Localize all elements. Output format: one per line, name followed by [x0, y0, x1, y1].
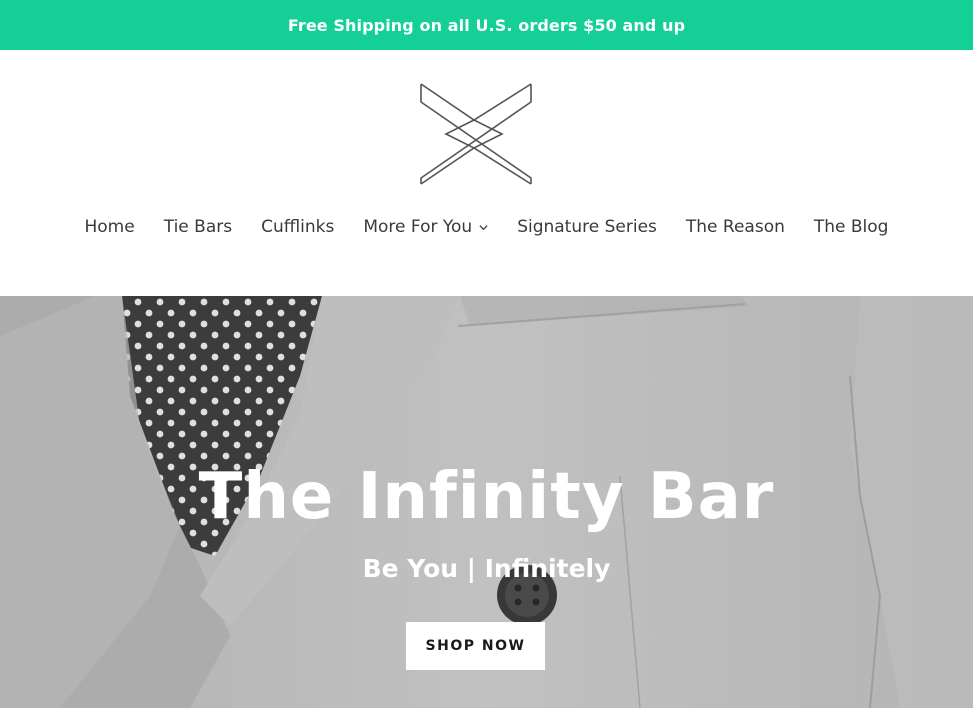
announcement-link[interactable]: Free Shipping on all U.S. orders $50 and… [288, 16, 685, 35]
hero-subtitle: Be You | Infinitely [362, 554, 611, 583]
hero-title: The Infinity Bar [198, 460, 775, 534]
nav-the-reason[interactable]: The Reason [686, 217, 785, 237]
shop-now-button[interactable]: SHOP NOW [406, 622, 545, 670]
chevron-down-icon [479, 223, 488, 232]
main-nav: Home Tie Bars Cufflinks More For You Sig… [0, 212, 973, 242]
hero-banner: The Infinity Bar Be You | Infinitely SHO… [0, 296, 973, 708]
nav-signature-series[interactable]: Signature Series [517, 217, 657, 237]
nav-tie-bars[interactable]: Tie Bars [164, 217, 232, 237]
nav-cufflinks[interactable]: Cufflinks [261, 217, 334, 237]
nav-the-blog[interactable]: The Blog [814, 217, 889, 237]
site-logo[interactable] [418, 82, 534, 186]
announcement-bar: Free Shipping on all U.S. orders $50 and… [0, 0, 973, 50]
nav-home[interactable]: Home [85, 217, 135, 237]
infinity-x-logo-icon [420, 83, 532, 185]
nav-more-for-you-label: More For You [363, 217, 473, 237]
nav-more-for-you[interactable]: More For You [363, 217, 488, 237]
